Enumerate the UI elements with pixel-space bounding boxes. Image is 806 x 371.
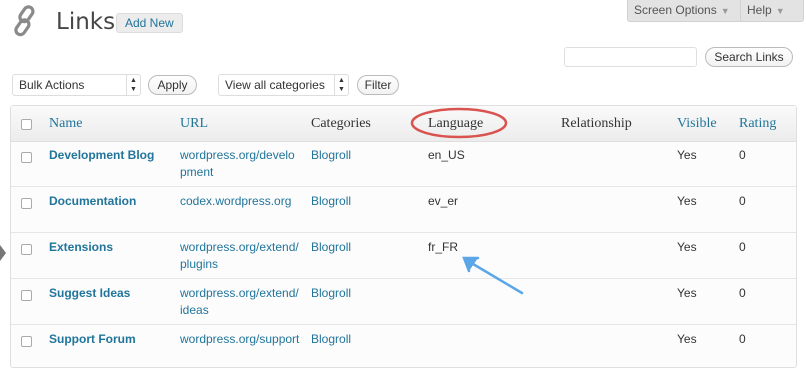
annotation-overlay: [410, 107, 524, 295]
language-highlight-ellipse: [410, 107, 508, 139]
language-pointer-arrow: [462, 256, 524, 295]
